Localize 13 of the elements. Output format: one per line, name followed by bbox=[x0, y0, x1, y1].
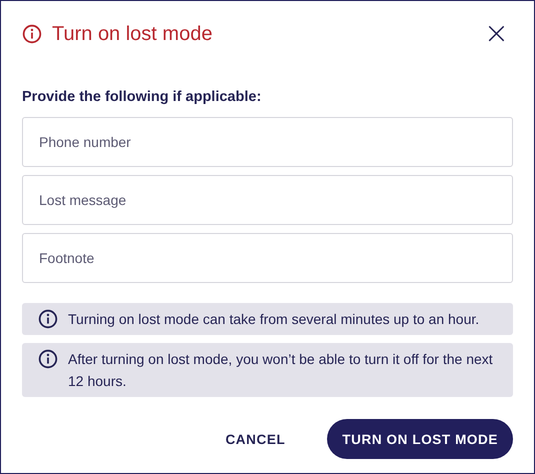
input-field[interactable]: Lost message bbox=[22, 175, 513, 225]
input-field[interactable]: Phone number bbox=[22, 117, 513, 167]
confirm-button[interactable]: TURN ON LOST MODE bbox=[327, 419, 513, 459]
info-icon bbox=[22, 24, 42, 44]
close-button[interactable]: × bbox=[480, 22, 513, 46]
note-text: After turning on lost mode, you won’t be able to turn it off for the next 12 hours. bbox=[68, 350, 494, 391]
info-icon bbox=[38, 309, 58, 329]
cancel-button[interactable]: CANCEL bbox=[213, 419, 298, 459]
note-text: Turning on lost mode can take from several minutes up to an hour. bbox=[68, 310, 480, 329]
info-icon bbox=[38, 349, 58, 369]
dialog-title: Turn on lost mode bbox=[52, 22, 214, 46]
input-field[interactable]: Footnote bbox=[22, 233, 513, 283]
form-prompt: Provide the following if applicable: bbox=[22, 89, 262, 107]
